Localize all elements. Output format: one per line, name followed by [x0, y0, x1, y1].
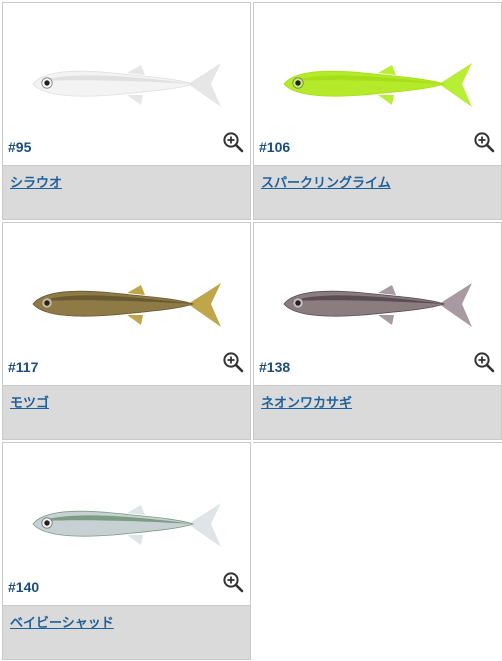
fish-lure-image: [32, 503, 221, 547]
fish-lure-image: [32, 63, 221, 107]
product-code: #117: [8, 359, 39, 375]
product-name-link[interactable]: シラウオ: [10, 172, 62, 191]
product-code: #95: [8, 139, 32, 155]
product-name-link[interactable]: モツゴ: [10, 392, 49, 411]
product-card[interactable]: #138 ネオンワカサギ: [253, 222, 502, 440]
product-name-strip: スパークリングライム: [254, 165, 501, 219]
fish-lure-image: [283, 63, 472, 107]
product-image[interactable]: #117: [3, 223, 250, 386]
product-image[interactable]: #138: [254, 223, 501, 386]
product-name-link[interactable]: ベイビーシャッド: [10, 612, 114, 631]
product-grid: #95 シラウオ #106 スパークリングライム #117 モツゴ #138 ネ…: [2, 2, 502, 660]
zoom-in-icon[interactable]: [222, 571, 244, 593]
product-card[interactable]: #106 スパークリングライム: [253, 2, 502, 220]
product-code: #106: [259, 139, 291, 155]
zoom-in-icon[interactable]: [473, 351, 495, 373]
fish-lure-image: [283, 283, 472, 327]
product-card[interactable]: #140 ベイビーシャッド: [2, 442, 251, 660]
product-name-strip: ネオンワカサギ: [254, 385, 501, 439]
zoom-in-icon[interactable]: [473, 131, 495, 153]
product-card[interactable]: #117 モツゴ: [2, 222, 251, 440]
product-name-link[interactable]: スパークリングライム: [261, 172, 391, 191]
product-name-strip: モツゴ: [3, 385, 250, 439]
empty-grid-cell: [253, 442, 502, 660]
zoom-in-icon[interactable]: [222, 131, 244, 153]
fish-lure-image: [32, 283, 221, 327]
product-code: #140: [8, 579, 40, 595]
product-name-strip: ベイビーシャッド: [3, 605, 250, 659]
product-code: #138: [259, 359, 291, 375]
product-image[interactable]: #140: [3, 443, 250, 606]
product-image[interactable]: #95: [3, 3, 250, 166]
zoom-in-icon[interactable]: [222, 351, 244, 373]
product-name-strip: シラウオ: [3, 165, 250, 219]
product-card[interactable]: #95 シラウオ: [2, 2, 251, 220]
product-name-link[interactable]: ネオンワカサギ: [261, 392, 352, 411]
product-image[interactable]: #106: [254, 3, 501, 166]
